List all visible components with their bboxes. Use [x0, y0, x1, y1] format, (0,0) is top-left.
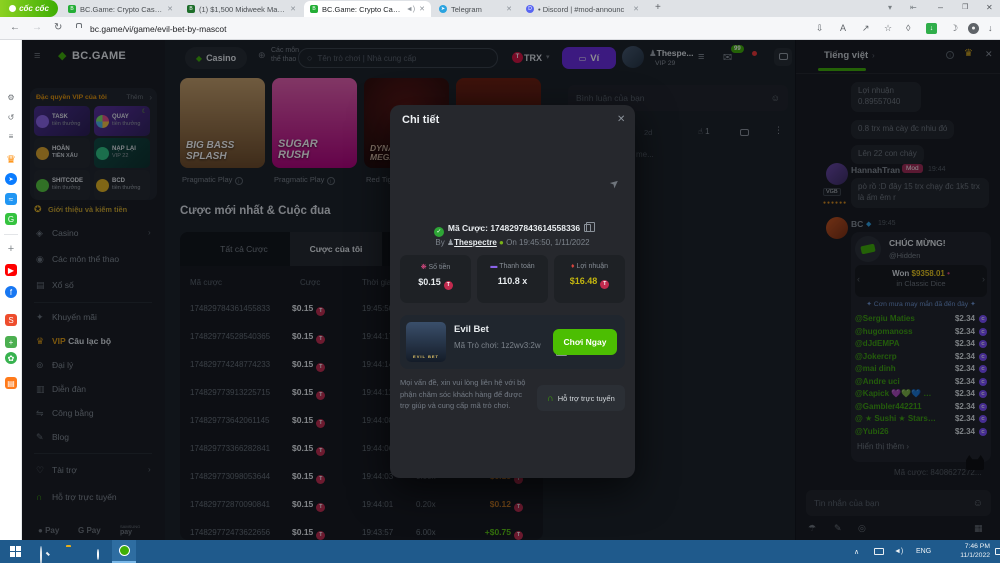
plant-app-icon[interactable]: ✿	[5, 352, 17, 364]
discord-favicon: D	[526, 5, 534, 13]
bet-datetime: 19:45:50, 1/11/2022	[519, 238, 590, 247]
bet-user[interactable]: Thespectre	[454, 238, 497, 247]
modal-game-name: Evil Bet	[454, 324, 489, 335]
reading-list-icon[interactable]: ≡	[5, 130, 17, 142]
stat-profit: ♦ Lợi nhuận$16.48T	[554, 255, 625, 303]
share-bet-icon[interactable]: ➤	[607, 176, 622, 192]
browser-toolbar: ← → ↻ bc.game/vi/game/evil-bet-by-mascot…	[0, 17, 1000, 40]
verified-check-icon: ✓	[434, 227, 444, 237]
youtube-icon[interactable]: ▶	[5, 264, 17, 276]
games-icon[interactable]: G	[5, 213, 17, 225]
support-button[interactable]: ∩Hỗ trợ trực tuyến	[537, 385, 625, 411]
maximize-button[interactable]: ❒	[962, 3, 968, 11]
bet-id-value: 1748297843614558336	[490, 223, 580, 233]
bcgame-favicon: B	[68, 5, 76, 13]
coccoc-brand[interactable]: cốc cốc	[0, 0, 58, 17]
shopee-icon[interactable]: S	[5, 314, 17, 326]
bookmark-star-icon[interactable]: ☆	[884, 23, 892, 34]
messenger-icon[interactable]: ➤	[5, 173, 17, 185]
zalo-icon[interactable]: ≈	[5, 193, 17, 205]
close-window-button[interactable]: ✕	[986, 3, 993, 12]
modal-close-icon[interactable]: ✕	[617, 114, 625, 125]
profit-icon: ♦	[571, 263, 575, 270]
headset-icon: ∩	[547, 393, 554, 403]
audio-icon: ◄)	[406, 6, 415, 13]
tab-bcgame-active[interactable]: B BC.Game: Crypto Casino ( ◄) ✕	[304, 1, 431, 17]
downloads-icon[interactable]: ↓	[988, 23, 993, 33]
amount-icon: ❋	[421, 264, 427, 271]
vip-crown-icon[interactable]: ♛	[5, 153, 17, 165]
modal-game-box: EVIL BET Evil Bet Mã Trò chơi: 1z2wv3:2w…	[400, 315, 625, 369]
modal-game-id: Mã Trò chơi: 1z2wv3:2w	[454, 341, 541, 350]
taskbar-search-icon[interactable]	[40, 546, 42, 563]
copy-icon[interactable]	[584, 224, 591, 232]
action-center-icon[interactable]	[995, 548, 1000, 555]
new-tab-button[interactable]: +	[655, 2, 661, 13]
modal-title: Chi tiết	[402, 114, 439, 126]
bet-by-row: By ♟Thespectre ● On 19:45:50, 1/11/2022	[390, 238, 635, 247]
tab-title: BC.Game: Crypto Casino Gan	[80, 5, 163, 14]
save-page-icon[interactable]: ⇩	[816, 23, 824, 34]
coccoc-logo-icon	[9, 5, 16, 12]
input-language[interactable]: ENG	[916, 548, 931, 555]
close-icon[interactable]: ✕	[290, 5, 296, 13]
bet-id-row: ✓Mã Cược: 1748297843614558336	[390, 218, 635, 237]
tab-title: BC.Game: Crypto Casino (	[322, 5, 402, 14]
tab-title: Telegram	[451, 5, 502, 14]
tab-discord[interactable]: D • Discord | #mod-announc ✕	[520, 1, 645, 17]
close-icon[interactable]: ✕	[419, 5, 425, 13]
tab-bcgame-1[interactable]: B BC.Game: Crypto Casino Gan ✕	[62, 1, 179, 17]
brand-label: cốc cốc	[19, 4, 49, 13]
coccoc-taskbar-slot[interactable]	[112, 540, 136, 563]
facebook-icon[interactable]: f	[5, 286, 17, 298]
share-icon[interactable]: ↗	[862, 23, 870, 34]
divider	[4, 234, 18, 235]
settings-gear-icon[interactable]: ⚙	[5, 91, 17, 103]
address-url[interactable]: bc.game/vi/game/evil-bet-by-mascot	[90, 24, 227, 34]
close-icon[interactable]: ✕	[167, 5, 173, 13]
windows-taskbar: ∧ ◄) ENG 7:46 PM11/1/2022	[0, 540, 1000, 563]
profile-icon[interactable]: ●	[968, 23, 979, 34]
tab-telegram[interactable]: ➤ Telegram ✕	[433, 1, 518, 17]
game-thumbnail[interactable]: EVIL BET	[406, 322, 446, 362]
network-icon[interactable]	[874, 548, 884, 555]
translate-icon[interactable]: A	[840, 23, 846, 33]
start-button[interactable]	[10, 546, 21, 557]
clock[interactable]: 7:46 PM11/1/2022	[942, 543, 990, 561]
play-now-button[interactable]: Chơi Ngay	[553, 329, 617, 355]
bet-details-modal: Chi tiết ✕ ➤ ✓Mã Cược: 17482978436145583…	[390, 105, 635, 478]
browser-tabstrip: cốc cốc B BC.Game: Crypto Casino Gan ✕ B (1…	[0, 0, 1000, 17]
stat-payout: ▬ Thanh toán110.8 x	[477, 255, 548, 303]
night-mode-icon[interactable]: ☽	[950, 23, 958, 34]
forward-icon[interactable]: →	[32, 22, 42, 33]
add-shortcut-icon[interactable]: +	[5, 243, 17, 255]
back-icon[interactable]: ←	[10, 22, 20, 33]
minimize-button[interactable]: –	[938, 2, 943, 12]
close-icon[interactable]: ✕	[506, 5, 512, 13]
shield-icon[interactable]: ◊	[906, 23, 910, 33]
payout-icon: ▬	[490, 263, 497, 270]
reload-icon[interactable]: ↻	[54, 22, 62, 33]
history-icon[interactable]: ↺	[5, 111, 17, 123]
download-manager-icon[interactable]: ↓	[926, 23, 937, 34]
page-viewport: ≡ ◆ BC.GAME Đặc quyền VIP của tôi Thêm ›…	[22, 40, 1000, 540]
modal-note: Mọi vấn đề, xin vui lòng liên hệ với bộ …	[400, 377, 532, 412]
panel-icon[interactable]: ⇤	[910, 3, 917, 12]
volume-icon[interactable]: ◄)	[894, 548, 903, 555]
close-icon[interactable]: ✕	[633, 5, 639, 13]
bcgame-favicon: B	[310, 5, 318, 13]
shop-cart-icon[interactable]: ▤	[5, 377, 17, 389]
tab-search-icon[interactable]: ▾	[888, 3, 892, 12]
stat-amount: ❋ Số tiền$0.15T	[400, 255, 471, 303]
tray-chevron-icon[interactable]: ∧	[854, 548, 859, 556]
bcgame-favicon: B	[187, 5, 195, 13]
tab-title: • Discord | #mod-announc	[538, 5, 629, 14]
tab-forum[interactable]: B (1) $1,500 Midweek Mascot I ✕	[181, 1, 302, 17]
screen: cốc cốc B BC.Game: Crypto Casino Gan ✕ B (1…	[0, 0, 1000, 563]
badge-icon: ●	[497, 238, 504, 247]
extension-green-icon[interactable]: +	[5, 336, 17, 348]
browser-sidebar: ⚙ ↺ ≡ ♛ ➤ ≈ G + ▶ f S + ✿ ▤ ⋯	[0, 40, 22, 540]
tab-title: (1) $1,500 Midweek Mascot I	[199, 5, 286, 14]
telegram-favicon: ➤	[439, 5, 447, 13]
